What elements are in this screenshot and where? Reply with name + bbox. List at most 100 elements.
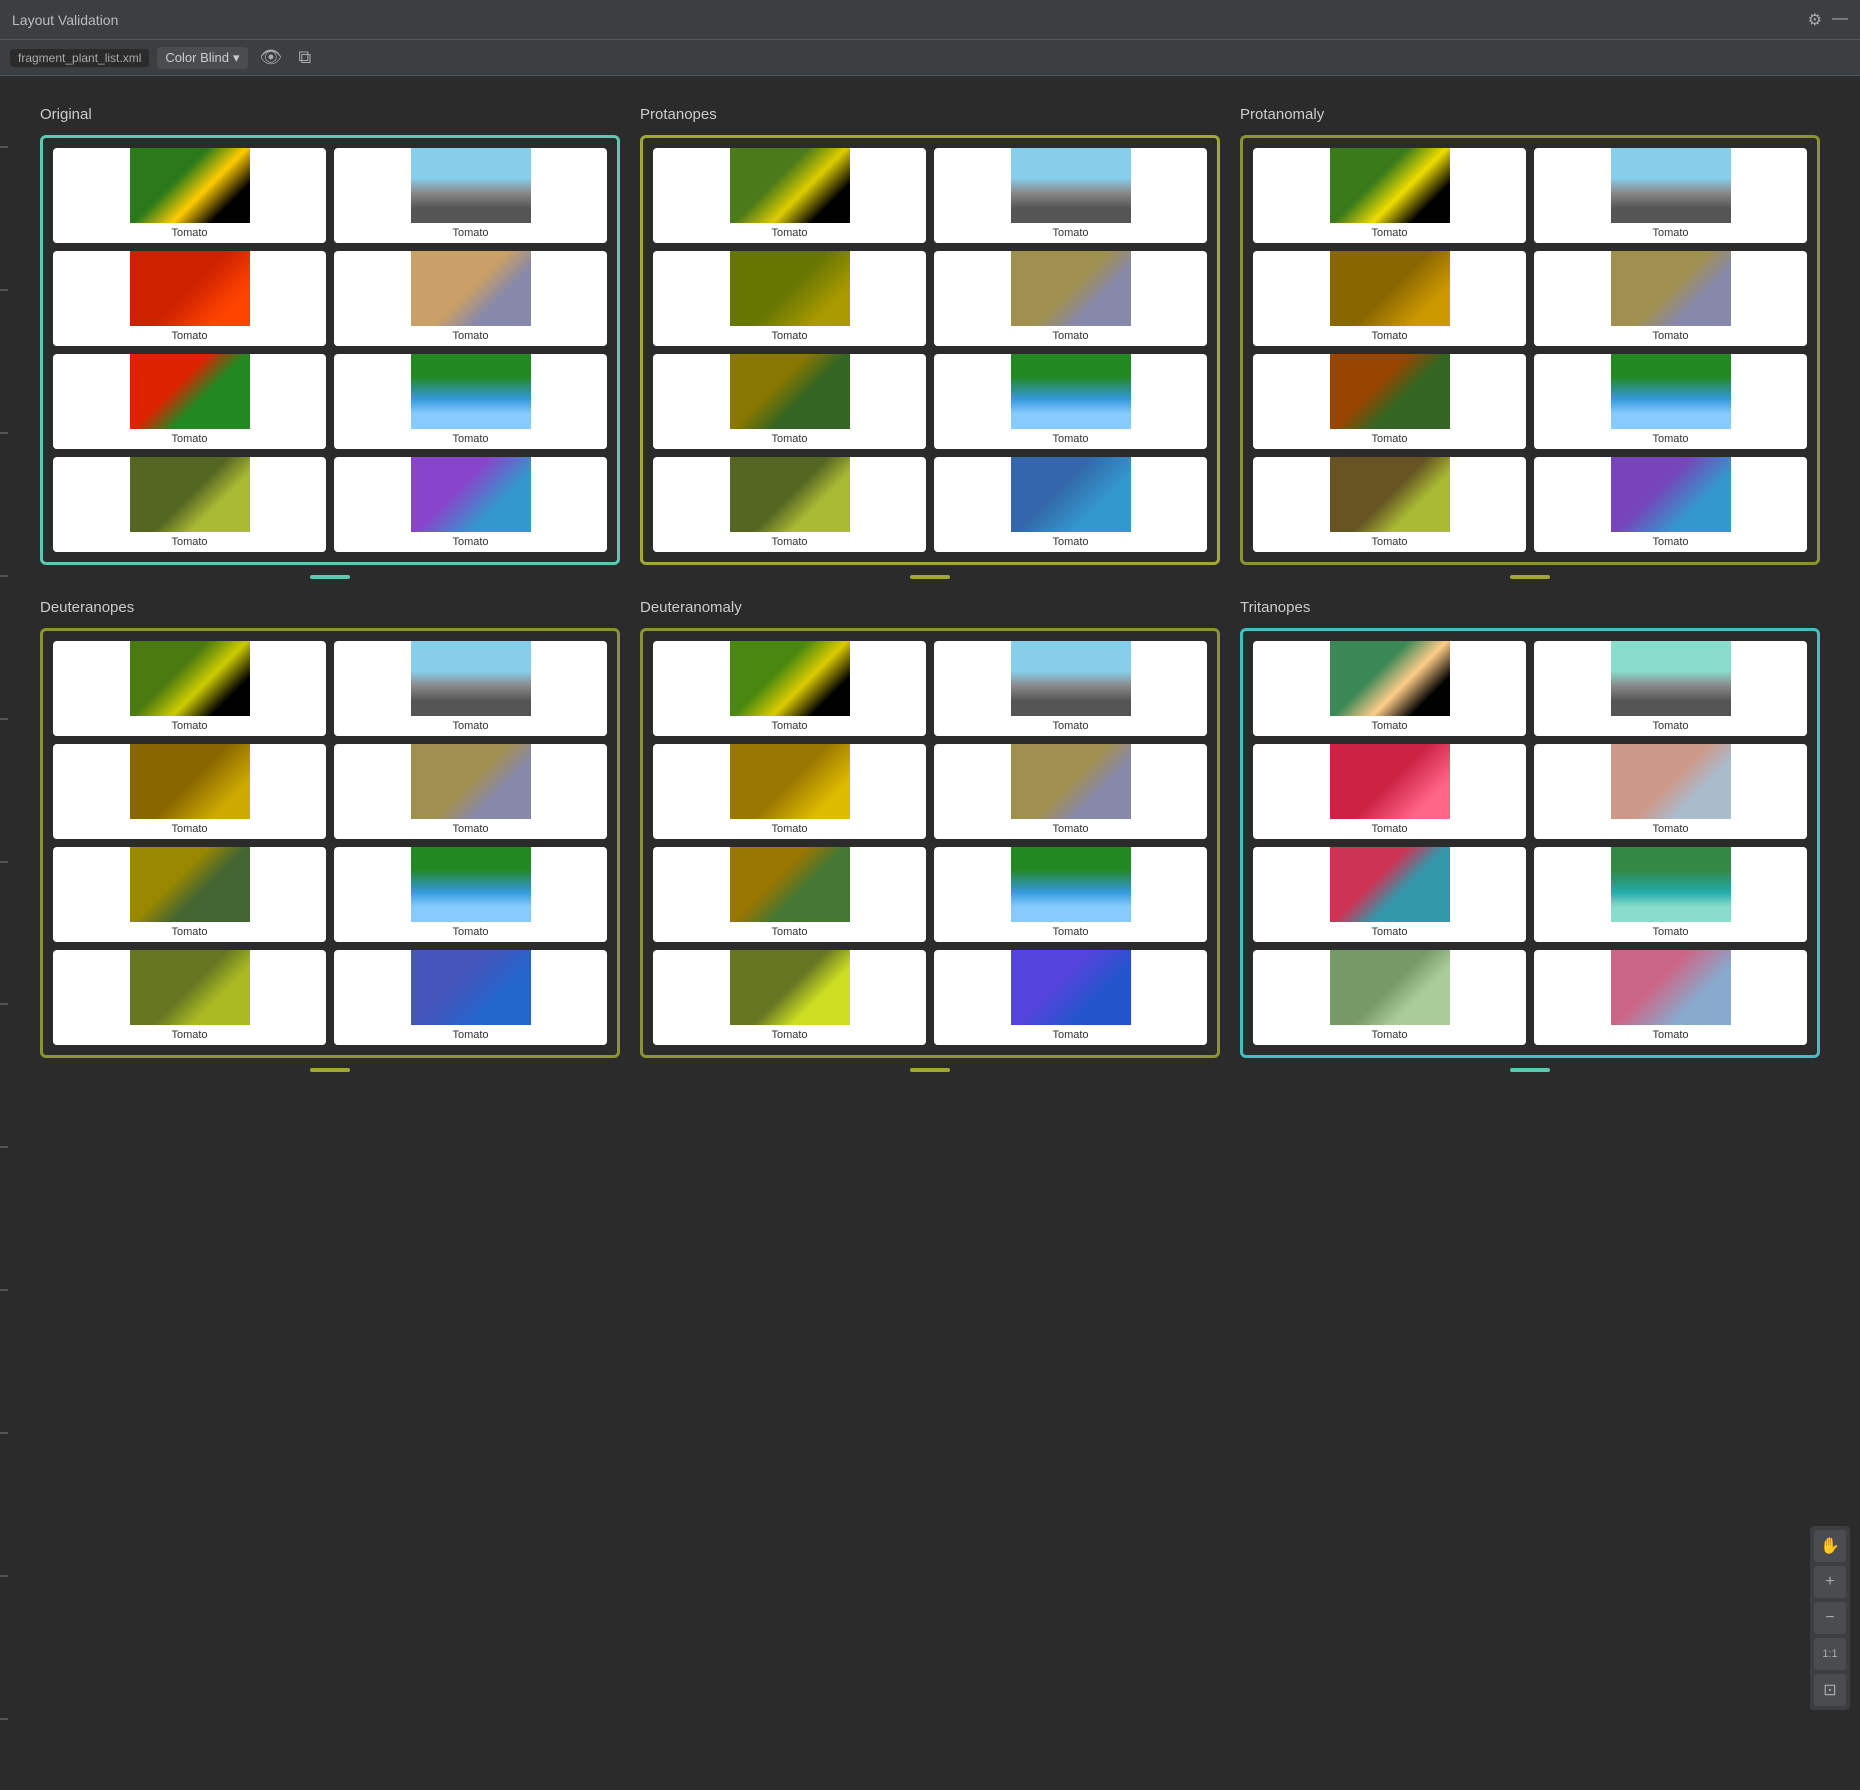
card-image xyxy=(1330,847,1450,922)
ruler-mark xyxy=(0,1003,8,1005)
card-label: Tomato xyxy=(934,922,1207,942)
card: Tomato xyxy=(934,354,1207,449)
panel-protanomaly: ProtanomalyTomatoTomatoTomatoTomatoTomat… xyxy=(1240,106,1820,579)
card: Tomato xyxy=(1253,148,1526,243)
panel-grid-tritanopes: TomatoTomatoTomatoTomatoTomatoTomatoToma… xyxy=(1253,641,1807,1045)
panel-grid-protanomaly: TomatoTomatoTomatoTomatoTomatoTomatoToma… xyxy=(1253,148,1807,552)
panel-grid-container-original: TomatoTomatoTomatoTomatoTomatoTomatoToma… xyxy=(40,135,620,565)
card-label: Tomato xyxy=(53,1025,326,1045)
card-image xyxy=(1611,457,1731,532)
card-image xyxy=(411,641,531,716)
card-image xyxy=(730,641,850,716)
ruler-mark xyxy=(0,718,8,720)
card: Tomato xyxy=(653,148,926,243)
title-bar-icons: ⚙ — xyxy=(1808,10,1848,30)
zoom-out-button[interactable]: − xyxy=(1814,1602,1846,1634)
card: Tomato xyxy=(934,950,1207,1045)
card: Tomato xyxy=(334,744,607,839)
card: Tomato xyxy=(53,641,326,736)
panel-original: OriginalTomatoTomatoTomatoTomatoTomatoTo… xyxy=(40,106,620,579)
eye-icon[interactable]: 👁 xyxy=(256,45,287,70)
card-image xyxy=(1330,148,1450,223)
card-label: Tomato xyxy=(1534,922,1807,942)
card-image xyxy=(1011,251,1131,326)
panel-grid-container-deuteranomaly: TomatoTomatoTomatoTomatoTomatoTomatoToma… xyxy=(640,628,1220,1058)
ruler-mark xyxy=(0,1432,8,1434)
card-label: Tomato xyxy=(334,223,607,243)
card: Tomato xyxy=(1253,950,1526,1045)
card: Tomato xyxy=(334,641,607,736)
panel-protanopes: ProtanopesTomatoTomatoTomatoTomatoTomato… xyxy=(640,106,1220,579)
colorblind-dropdown[interactable]: Color Blind ▾ xyxy=(157,47,247,69)
right-toolbar: ✋ + − 1:1 ⊡ xyxy=(1810,1526,1850,1710)
card-label: Tomato xyxy=(53,532,326,552)
card-label: Tomato xyxy=(334,819,607,839)
ruler-left xyxy=(0,76,8,1790)
card: Tomato xyxy=(53,744,326,839)
card: Tomato xyxy=(934,148,1207,243)
card: Tomato xyxy=(334,354,607,449)
card-image xyxy=(1611,847,1731,922)
gear-icon[interactable]: ⚙ xyxy=(1808,10,1822,30)
card: Tomato xyxy=(1534,457,1807,552)
card-label: Tomato xyxy=(334,922,607,942)
one-to-one-button[interactable]: 1:1 xyxy=(1814,1638,1846,1670)
panel-tritanopes: Tritanopes Tomato Tomato Tomato Tomato Tomato… xyxy=(1240,599,1820,1072)
ruler-mark xyxy=(0,289,8,291)
card-image xyxy=(411,457,531,532)
card-label: Tomato xyxy=(334,716,607,736)
card-label: Tomato xyxy=(653,223,926,243)
panel-title-tritanopes: Tritanopes xyxy=(1240,599,1820,616)
card-label: Tomato xyxy=(1534,1025,1807,1045)
card-label: Tomato xyxy=(53,716,326,736)
card-image xyxy=(1611,744,1731,819)
card: Tomato xyxy=(1253,354,1526,449)
card-label: Tomato xyxy=(934,532,1207,552)
ruler-mark xyxy=(0,1575,8,1577)
filename-label: fragment_plant_list.xml xyxy=(10,49,149,67)
card-image xyxy=(130,457,250,532)
card-label: Tomato xyxy=(334,532,607,552)
card: Tomato xyxy=(934,457,1207,552)
card-label: Tomato xyxy=(1253,922,1526,942)
card-image xyxy=(1011,744,1131,819)
card-image xyxy=(1330,950,1450,1025)
copy-icon[interactable]: ⧉ xyxy=(294,45,315,70)
app-title: Layout Validation xyxy=(12,12,1808,28)
card-image xyxy=(1330,457,1450,532)
minimize-icon[interactable]: — xyxy=(1832,10,1848,30)
card-label: Tomato xyxy=(1534,716,1807,736)
panel-deuteranomaly: DeuteranomalyTomatoTomatoTomatoTomatoTom… xyxy=(640,599,1220,1072)
card-image xyxy=(730,847,850,922)
card-label: Tomato xyxy=(653,716,926,736)
card-image xyxy=(411,354,531,429)
fit-view-button[interactable]: ⊡ xyxy=(1814,1674,1846,1706)
card-label: Tomato xyxy=(1253,716,1526,736)
card-image xyxy=(411,847,531,922)
card: Tomato xyxy=(53,847,326,942)
card-image xyxy=(730,950,850,1025)
ruler-mark xyxy=(0,1718,8,1720)
card-image xyxy=(411,950,531,1025)
card: Tomato xyxy=(653,251,926,346)
card-image xyxy=(1011,641,1131,716)
card: Tomato xyxy=(1534,847,1807,942)
card-image xyxy=(1011,354,1131,429)
panel-scroll-indicator xyxy=(910,1068,950,1072)
panel-title-original: Original xyxy=(40,106,620,123)
panel-grid-original: TomatoTomatoTomatoTomatoTomatoTomatoToma… xyxy=(53,148,607,552)
panel-grid-container-protanopes: TomatoTomatoTomatoTomatoTomatoTomatoToma… xyxy=(640,135,1220,565)
card-image xyxy=(1011,847,1131,922)
card: Tomato xyxy=(334,251,607,346)
card-image xyxy=(730,744,850,819)
card-label: Tomato xyxy=(1534,223,1807,243)
panel-title-deuteranopes: Deuteranopes xyxy=(40,599,620,616)
card: Tomato xyxy=(934,744,1207,839)
panel-title-protanomaly: Protanomaly xyxy=(1240,106,1820,123)
hand-tool-button[interactable]: ✋ xyxy=(1814,1530,1846,1562)
card-label: Tomato xyxy=(1253,1025,1526,1045)
card-label: Tomato xyxy=(1253,429,1526,449)
card: Tomato xyxy=(334,847,607,942)
panel-title-deuteranomaly: Deuteranomaly xyxy=(640,599,1220,616)
zoom-in-button[interactable]: + xyxy=(1814,1566,1846,1598)
